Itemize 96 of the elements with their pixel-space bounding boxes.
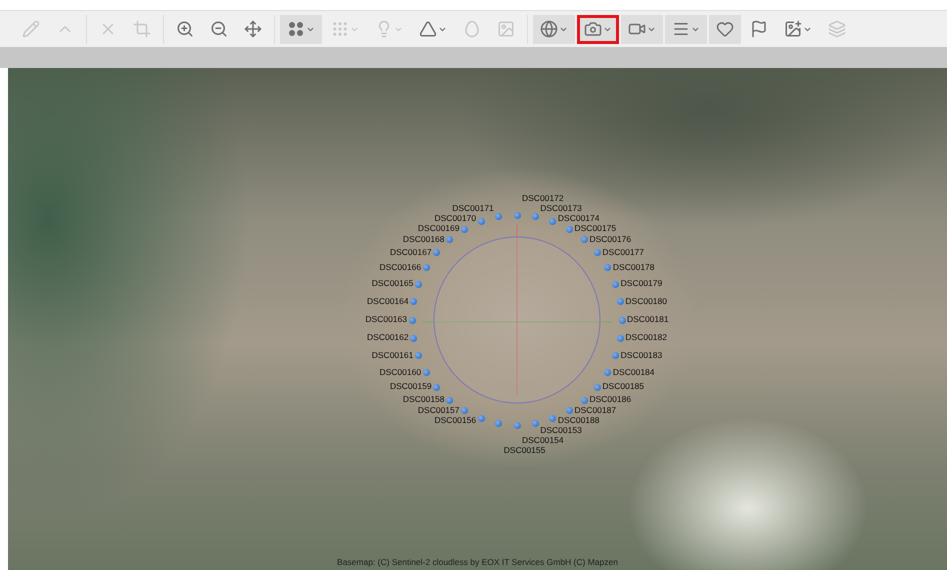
photo-marker[interactable] [414,280,422,288]
photo-marker[interactable] [495,213,502,220]
photo-marker[interactable] [566,407,573,414]
photo-marker[interactable] [446,396,453,404]
photo-label: DSC00157 [418,406,460,414]
crop-icon [133,20,151,38]
photo-label: DSC00165 [372,279,414,288]
photo-marker[interactable] [604,264,612,271]
grid-icon [331,20,349,38]
photo-label: DSC00158 [402,395,445,404]
photo-label: DSC00182 [625,333,667,342]
toolbar-button[interactable] [621,14,663,44]
photo-marker[interactable] [495,420,502,427]
photo-label: DSC00187 [574,406,616,414]
photo-marker[interactable] [566,226,573,233]
triangle-icon [419,20,437,38]
photo-label: DSC00183 [620,350,662,360]
photo-label: DSC00185 [602,382,644,391]
photo-marker[interactable] [410,334,418,342]
egg-icon [463,20,481,38]
photo-marker[interactable] [461,407,468,414]
menu-icon [672,20,690,38]
photo-label: DSC00180 [625,296,667,306]
photo-label: DSC00155 [504,446,546,454]
photo-label: DSC00164 [367,296,409,306]
photo-marker[interactable] [414,352,422,360]
photo-label: DSC00168 [402,234,445,244]
photo-label: DSC00171 [452,204,494,213]
photo-marker[interactable] [422,369,430,376]
photo-label: DSC00188 [558,416,600,424]
photo-marker[interactable] [594,249,601,256]
photo-label: DSC00163 [365,315,407,324]
photo-label: DSC00154 [522,436,564,444]
photo-marker[interactable] [514,422,520,428]
photo-label: DSC00159 [390,382,432,391]
photo-marker[interactable] [549,415,556,422]
photo-label: DSC00178 [612,262,655,271]
photo-marker[interactable] [433,384,440,391]
photo-marker[interactable] [612,352,620,360]
photo-marker[interactable] [422,264,430,271]
photo-label: DSC00160 [379,368,422,376]
photo-marker[interactable] [461,226,468,233]
zoom-in-icon [176,20,194,38]
photo-marker[interactable] [514,212,520,218]
toolbar-button[interactable] [665,14,707,44]
photo-label: DSC00166 [379,262,422,271]
photo-marker[interactable] [446,236,453,244]
toolbar-button[interactable] [709,14,741,44]
photo-label: DSC00172 [522,194,564,203]
layers-icon [828,20,846,38]
photo-label: DSC00181 [627,315,669,324]
photo-marker[interactable] [580,236,588,244]
photo-label: DSC00174 [558,214,600,223]
flag-icon [750,20,768,38]
photo-marker[interactable] [616,334,624,342]
photo-label: DSC00167 [390,248,432,256]
photo-marker[interactable] [616,298,624,306]
photo-label: DSC00156 [434,416,476,424]
photo-marker[interactable] [478,218,485,225]
photo-marker[interactable] [433,249,440,256]
photo-label: DSC00169 [418,224,460,233]
dots-icon [287,20,305,38]
image-icon [497,20,515,38]
photo-marker[interactable] [410,298,418,306]
move-icon [244,20,262,38]
photo-marker[interactable] [618,316,626,324]
toolbar-button[interactable] [280,14,322,44]
photo-label: DSC00173 [540,204,582,213]
photo-label: DSC00153 [540,426,582,434]
photo-label: DSC00179 [620,279,662,288]
toolbar-button[interactable] [577,14,619,44]
photo-marker[interactable] [594,384,601,391]
photo-label: DSC00170 [434,214,476,223]
photo-label: DSC00177 [602,248,644,256]
picture-icon [784,20,802,38]
photo-label: DSC00176 [589,234,632,244]
photo-marker[interactable] [478,415,485,422]
photo-label: DSC00175 [574,224,616,233]
attribution-text: Basemap: (C) Sentinel-2 cloudless by EOX IT Services GmbH (C) Mapzen [337,557,618,567]
toolbar-button[interactable] [533,14,575,44]
photo-marker[interactable] [408,316,416,324]
photo-marker[interactable] [532,213,539,220]
photo-label: DSC00162 [367,333,409,342]
camera-icon [584,20,602,38]
photo-marker[interactable] [549,218,556,225]
heart-icon [716,20,734,38]
zoom-out-icon [210,20,228,38]
photo-label: DSC00184 [612,368,655,376]
photo-label: DSC00186 [589,395,632,404]
photo-marker[interactable] [580,396,588,404]
photo-label: DSC00161 [372,350,414,360]
pencil-icon [22,20,40,38]
photo-marker[interactable] [532,420,539,427]
photo-marker[interactable] [604,369,612,376]
globe-icon [540,20,558,38]
photo-marker[interactable] [612,280,620,288]
